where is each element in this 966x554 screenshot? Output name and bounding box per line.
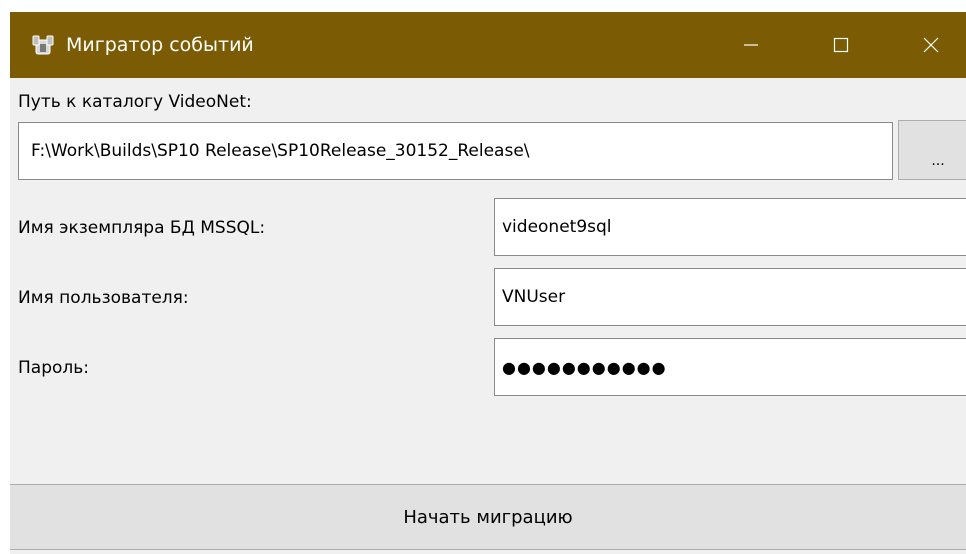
maximize-icon bbox=[833, 37, 849, 53]
instance-label: Имя экземпляра БД MSSQL: bbox=[18, 218, 266, 238]
instance-input[interactable]: videonet9sql bbox=[494, 198, 966, 256]
close-button[interactable] bbox=[896, 12, 966, 78]
title-bar[interactable]: Мигратор событий bbox=[10, 12, 966, 78]
path-label: Путь к каталогу VideoNet: bbox=[18, 92, 252, 112]
maximize-button[interactable] bbox=[806, 12, 876, 78]
app-icon bbox=[32, 35, 54, 55]
password-label: Пароль: bbox=[18, 358, 90, 378]
window-title: Мигратор событий bbox=[66, 34, 254, 56]
migrator-window: Мигратор событий Путь к каталогу VideoNe… bbox=[10, 12, 966, 554]
start-migration-button[interactable]: Начать миграцию bbox=[10, 484, 966, 550]
user-label: Имя пользователя: bbox=[18, 288, 189, 308]
password-input[interactable]: ●●●●●●●●●●● bbox=[494, 338, 966, 396]
user-input[interactable]: VNUser bbox=[494, 268, 966, 326]
minimize-button[interactable] bbox=[716, 12, 786, 78]
minimize-icon bbox=[744, 44, 758, 46]
browse-button[interactable]: ... bbox=[898, 120, 966, 180]
path-input[interactable]: F:\Work\Builds\SP10 Release\SP10Release_… bbox=[18, 122, 893, 180]
close-icon bbox=[923, 37, 939, 53]
